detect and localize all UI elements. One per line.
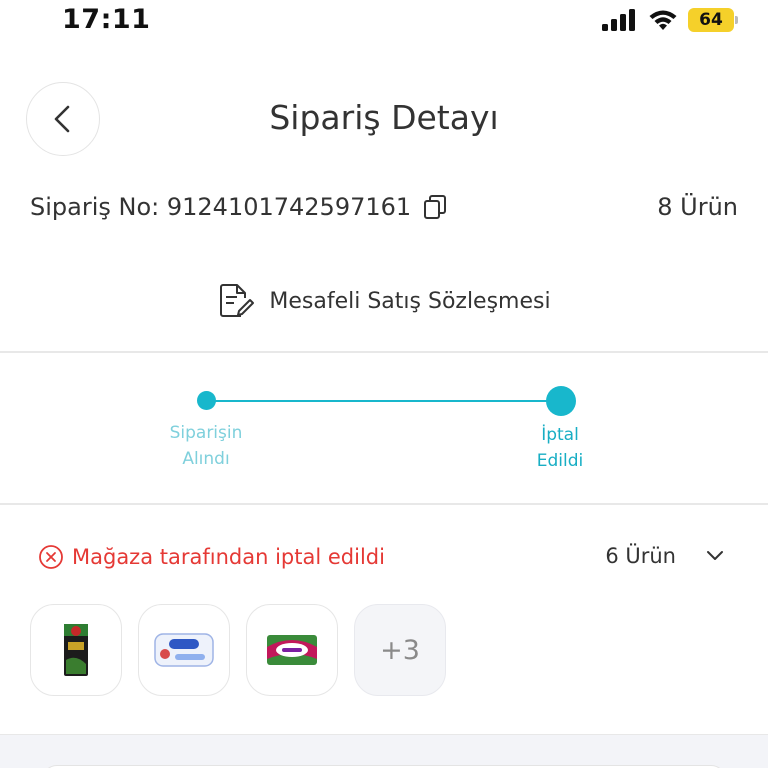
product-image-wet-wipes [154,633,214,667]
product-thumbnail[interactable] [138,604,230,696]
distance-sales-contract-link[interactable]: Mesafeli Satış Sözleşmesi [0,282,768,320]
step-label-cancelled: İptal Edildi [500,422,620,474]
product-thumbnail[interactable] [30,604,122,696]
chevron-down-icon [707,551,723,560]
battery-icon: 64 [688,8,738,32]
cancel-status-text: Mağaza tarafından iptal edildi [72,545,385,569]
shipment-item-count: 6 Ürün [605,544,676,568]
cancel-status: Mağaza tarafından iptal edildi [38,544,385,570]
product-thumbnail[interactable] [246,604,338,696]
copy-icon[interactable] [423,194,447,220]
more-products-button[interactable]: +3 [354,604,446,696]
battery-level: 64 [688,8,734,32]
step-label-line: Siparişin [169,423,243,443]
product-image-rice-package [64,624,88,676]
battery-cap [735,16,738,24]
progress-line [206,400,562,402]
document-edit-icon [220,284,255,317]
step-dot-order-received [197,391,216,410]
wifi-icon [649,10,677,30]
status-bar: 17:11 64 [0,0,768,44]
step-dot-cancelled [546,386,576,416]
bottom-section [0,734,768,768]
order-item-count: 8 Ürün [657,193,738,221]
status-icons: 64 [602,8,738,32]
cancel-circle-icon [39,545,63,569]
cellular-signal-icon [602,9,635,31]
shipment-toggle[interactable]: 6 Ürün [605,544,724,568]
divider [0,503,768,505]
order-number-label: Sipariş No: 9124101742597161 [30,193,412,221]
page-title: Sipariş Detayı [269,98,499,137]
product-thumbnails: +3 [30,604,446,696]
step-label-line: Edildi [536,451,584,471]
step-label-order-received: Siparişin Alındı [146,420,266,472]
order-number: Sipariş No: 9124101742597161 [30,193,447,221]
step-label-line: İptal [541,425,579,445]
contract-label: Mesafeli Satış Sözleşmesi [269,288,551,314]
status-time: 17:11 [62,4,151,35]
product-image-papia-towel [267,635,317,665]
divider [0,351,768,353]
step-label-line: Alındı [182,449,230,469]
